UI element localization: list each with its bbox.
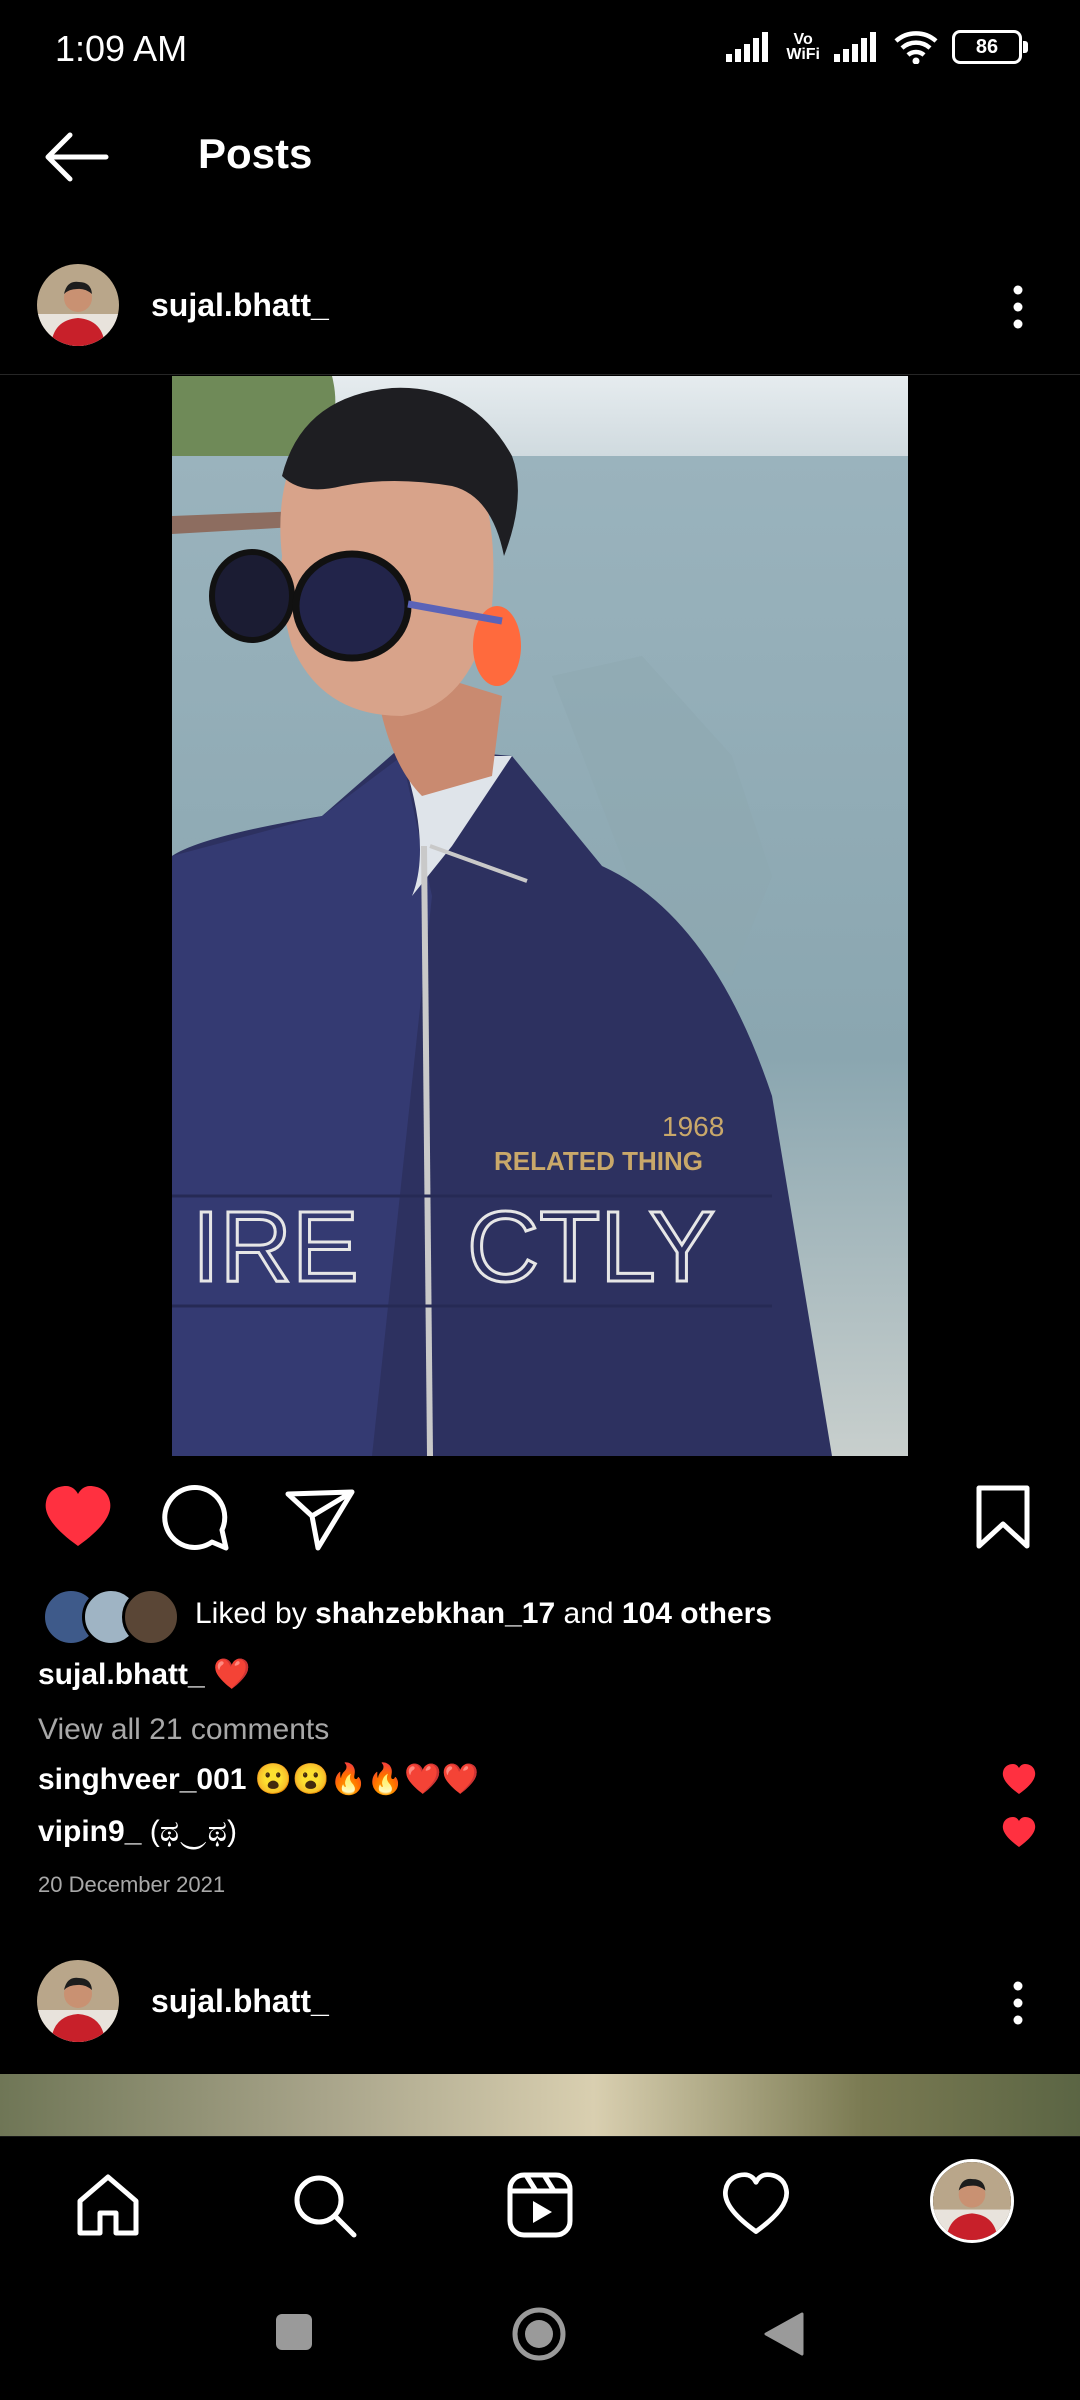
more-vertical-icon [1013, 1981, 1023, 2025]
nav-activity-button[interactable] [720, 2169, 792, 2241]
comment-row: vipin9_ (ಥ‿ಥ) [38, 1815, 237, 1849]
avatar-image [37, 1960, 119, 2042]
home-icon [77, 2174, 139, 2236]
wifi-icon [894, 31, 938, 64]
square-icon [276, 2314, 312, 2350]
battery-icon: 86 [952, 30, 1028, 64]
nav-home-button[interactable] [72, 2169, 144, 2241]
post-author-avatar[interactable] [37, 264, 119, 346]
circle-home-icon [512, 2307, 566, 2361]
bottom-navigation [0, 2136, 1080, 2273]
svg-text:1968: 1968 [662, 1111, 724, 1142]
svg-text:RELATED THING: RELATED THING [494, 1146, 703, 1176]
profile-avatar-icon [933, 2162, 1011, 2240]
comment-row: singhveer_001 😮😮🔥🔥❤️❤️ [38, 1762, 479, 1797]
nav-search-button[interactable] [288, 2169, 360, 2241]
post-photo[interactable]: 1968 RELATED THING IRE CTLY [172, 376, 908, 1456]
post-image: 1968 RELATED THING IRE CTLY [172, 376, 908, 1456]
avatar-image [37, 264, 119, 346]
post-author-username[interactable]: sujal.bhatt_ [151, 287, 329, 324]
home-system-button[interactable] [511, 2306, 567, 2362]
liked-by-user[interactable]: shahzebkhan_17 [315, 1597, 555, 1630]
send-paper-plane-icon [285, 1489, 355, 1551]
svg-text:IRE: IRE [192, 1191, 359, 1303]
arrow-left-icon [45, 132, 109, 182]
next-post-photo[interactable] [0, 2074, 1080, 2136]
heart-filled-icon [1002, 1764, 1036, 1794]
liker-avatar [122, 1588, 180, 1646]
view-all-comments-link[interactable]: View all 21 comments [38, 1713, 329, 1747]
reels-icon [507, 2172, 573, 2238]
next-post-author-avatar[interactable] [37, 1960, 119, 2042]
comment-like-button[interactable] [1000, 1815, 1038, 1849]
caption-text: ❤️ [213, 1658, 251, 1691]
liked-by-others[interactable]: 104 others [622, 1597, 772, 1630]
post-caption: sujal.bhatt_ ❤️ [38, 1657, 250, 1692]
like-button[interactable] [40, 1480, 116, 1556]
status-icons: Vo WiFi 86 [726, 30, 1028, 64]
caption-username[interactable]: sujal.bhatt_ [38, 1658, 205, 1691]
next-post-options-button[interactable] [998, 1968, 1038, 2038]
comment-text: 😮😮🔥🔥❤️❤️ [254, 1763, 479, 1796]
comment-username[interactable]: vipin9_ [38, 1815, 141, 1848]
recent-apps-button[interactable] [274, 2312, 314, 2352]
comment-text: (ಥ‿ಥ) [149, 1815, 238, 1848]
cellular-signal-icon [726, 32, 769, 62]
heart-outline-icon [722, 2172, 790, 2234]
heart-filled-icon [1002, 1817, 1036, 1847]
heart-filled-icon [45, 1486, 111, 1546]
header-divider [0, 374, 1080, 375]
liked-by-avatars[interactable] [42, 1588, 180, 1646]
cellular-signal-2-icon [834, 32, 876, 62]
post-date: 20 December 2021 [38, 1872, 226, 1897]
svg-text:CTLY: CTLY [467, 1191, 715, 1303]
next-post-author-username[interactable]: sujal.bhatt_ [151, 1983, 329, 2020]
share-button[interactable] [282, 1480, 358, 1556]
post-options-button[interactable] [998, 272, 1038, 342]
status-time: 1:09 AM [55, 28, 188, 69]
search-icon [294, 2175, 357, 2238]
nav-reels-button[interactable] [504, 2169, 576, 2241]
liked-by-text[interactable]: Liked by shahzebkhan_17 and 104 others [195, 1597, 772, 1631]
save-button[interactable] [965, 1480, 1041, 1556]
vowifi-icon: Vo WiFi [786, 31, 820, 63]
more-vertical-icon [1013, 285, 1023, 329]
page-title: Posts [198, 130, 313, 177]
back-system-button[interactable] [762, 2310, 806, 2358]
comment-like-button[interactable] [1000, 1762, 1038, 1796]
comment-username[interactable]: singhveer_001 [38, 1763, 246, 1796]
nav-profile-button[interactable] [930, 2159, 1014, 2243]
triangle-back-icon [764, 2312, 804, 2356]
bookmark-icon [976, 1485, 1030, 1549]
back-button[interactable] [40, 125, 112, 189]
comment-button[interactable] [160, 1480, 236, 1556]
comment-bubble-icon [162, 1484, 229, 1551]
status-bar: 1:09 AM Vo WiFi 86 [0, 0, 1080, 100]
system-navigation-bar [0, 2272, 1080, 2400]
